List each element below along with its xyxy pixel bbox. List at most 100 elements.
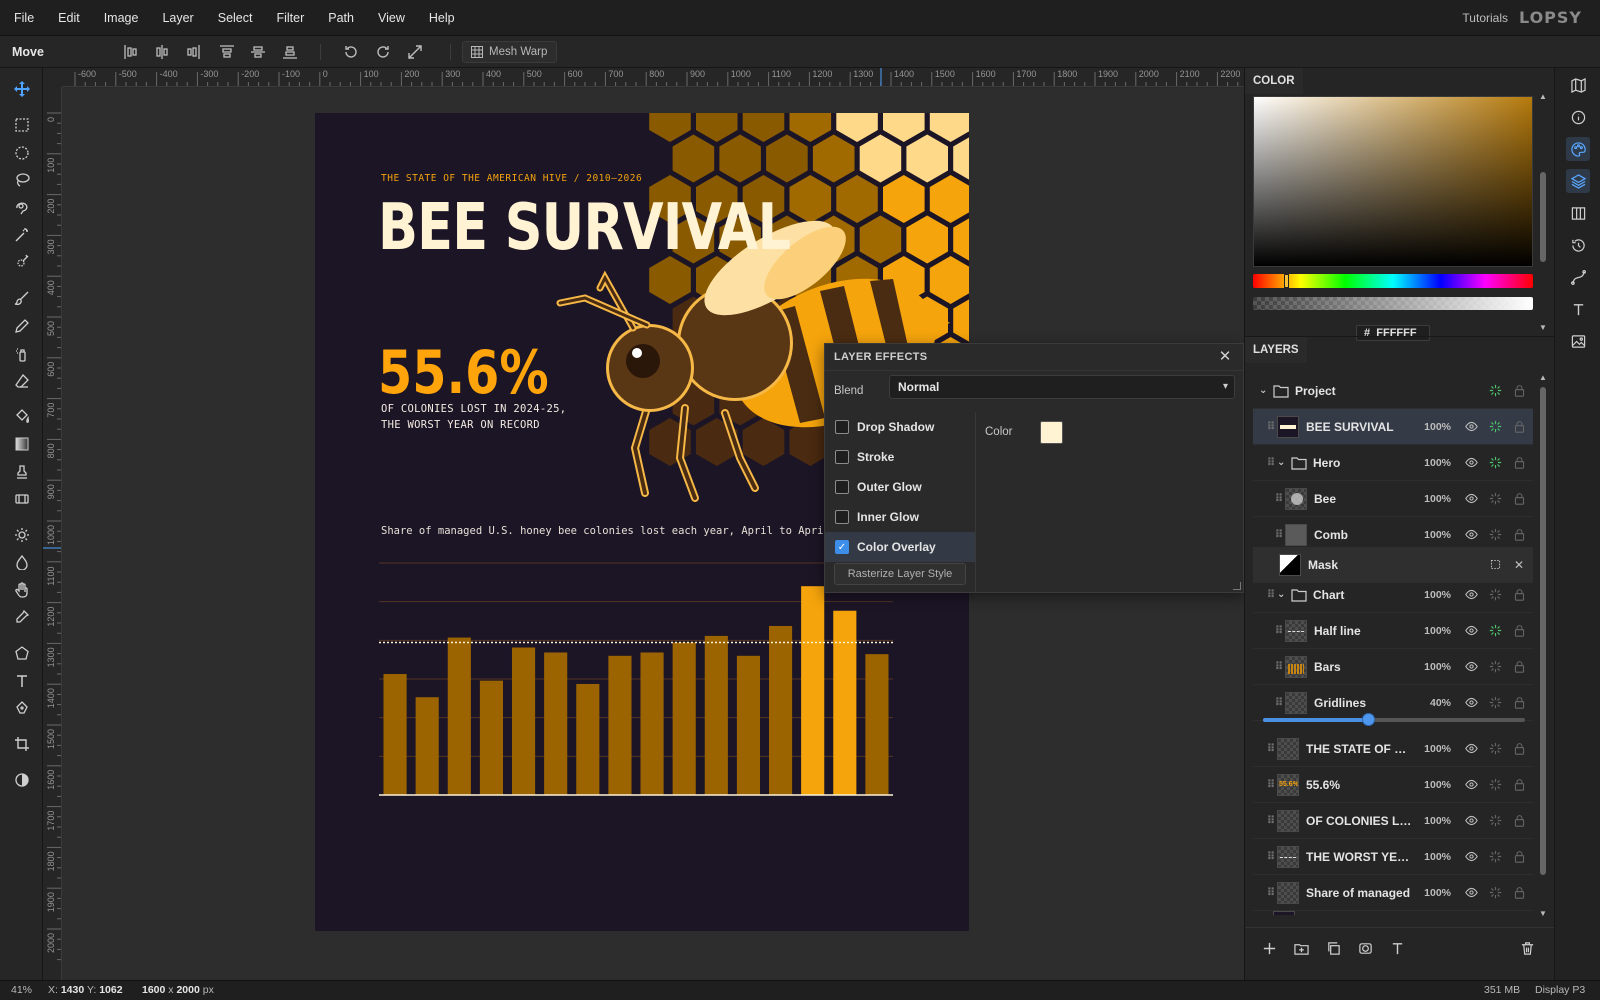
layer-opacity[interactable]: 100%	[1413, 493, 1451, 505]
effect-checkbox[interactable]	[835, 450, 849, 464]
text-tool-icon[interactable]	[8, 669, 36, 693]
crop-icon[interactable]	[8, 732, 36, 756]
hue-slider-knob[interactable]	[1284, 274, 1289, 288]
contrast-icon[interactable]	[8, 768, 36, 792]
layer-opacity-slider[interactable]	[1263, 713, 1525, 726]
eye-icon[interactable]	[1461, 847, 1481, 867]
effect-inner-glow[interactable]: Inner Glow	[825, 502, 975, 532]
image-adjust-icon[interactable]	[1566, 329, 1590, 353]
layer-opacity[interactable]: 100%	[1413, 851, 1451, 863]
layer-group-project[interactable]: ⌄ Project	[1253, 373, 1533, 409]
effects-icon[interactable]	[1485, 847, 1505, 867]
blur-icon[interactable]	[8, 550, 36, 574]
align-right-icon[interactable]	[183, 42, 203, 62]
map-icon[interactable]	[1566, 73, 1590, 97]
layer-bee-survival[interactable]: ⠿ BEE SURVIVAL 100%	[1253, 409, 1533, 445]
eye-icon[interactable]	[1461, 657, 1481, 677]
align-bottom-icon[interactable]	[280, 42, 300, 62]
layer-opacity[interactable]: 100%	[1413, 779, 1451, 791]
add-group-icon[interactable]	[1291, 938, 1311, 958]
drag-handle-icon[interactable]: ⠿	[1265, 456, 1277, 469]
hand-icon[interactable]	[8, 578, 36, 602]
tutorials-link[interactable]: Tutorials	[1462, 0, 1508, 36]
color-panel-tab[interactable]: COLOR	[1245, 68, 1303, 94]
layer-bee[interactable]: ⠿ Bee 100%	[1253, 481, 1533, 517]
scroll-down-icon[interactable]: ▼	[1539, 909, 1547, 918]
lock-icon[interactable]	[1509, 739, 1529, 759]
effect-checkbox[interactable]	[835, 420, 849, 434]
quick-select-icon[interactable]	[8, 250, 36, 274]
layer-opacity[interactable]: 100%	[1413, 421, 1451, 433]
ellipse-select-icon[interactable]	[8, 141, 36, 165]
trash-icon[interactable]	[1517, 938, 1537, 958]
eye-icon[interactable]	[1461, 525, 1481, 545]
eye-icon[interactable]	[1461, 489, 1481, 509]
drag-handle-icon[interactable]: ⠿	[1273, 696, 1285, 709]
menu-image[interactable]: Image	[92, 0, 151, 36]
pen-tool-icon[interactable]	[8, 696, 36, 720]
align-top-icon[interactable]	[217, 42, 237, 62]
rotate-right-icon[interactable]	[373, 42, 393, 62]
layer-opacity[interactable]: 100%	[1413, 661, 1451, 673]
add-text-layer-icon[interactable]	[1387, 938, 1407, 958]
effects-icon[interactable]	[1485, 585, 1505, 605]
eyedropper-icon[interactable]	[8, 605, 36, 629]
magic-wand-icon[interactable]	[8, 223, 36, 247]
layer-opacity[interactable]: 100%	[1413, 529, 1451, 541]
effects-icon[interactable]	[1485, 811, 1505, 831]
layer-half-line[interactable]: ⠿ Half line 100%	[1253, 613, 1533, 649]
layers-panel-tab[interactable]: LAYERS	[1245, 337, 1307, 363]
add-layer-icon[interactable]	[1259, 938, 1279, 958]
lock-icon[interactable]	[1509, 775, 1529, 795]
color-saturation-field[interactable]	[1253, 96, 1533, 267]
effects-icon[interactable]	[1485, 775, 1505, 795]
duplicate-layer-icon[interactable]	[1323, 938, 1343, 958]
lock-icon[interactable]	[1509, 693, 1529, 713]
effect-checkbox[interactable]: ✓	[835, 540, 849, 554]
lock-icon[interactable]	[1509, 657, 1529, 677]
drag-handle-icon[interactable]: ⠿	[1273, 528, 1285, 541]
effect-color-overlay[interactable]: ✓ Color Overlay	[825, 532, 975, 562]
eye-icon[interactable]	[1461, 811, 1481, 831]
layer-opacity[interactable]: 100%	[1413, 887, 1451, 899]
gradient-icon[interactable]	[8, 432, 36, 456]
menu-select[interactable]: Select	[206, 0, 265, 36]
eye-icon[interactable]	[1461, 775, 1481, 795]
eraser-icon[interactable]	[8, 369, 36, 393]
effects-icon[interactable]	[1485, 453, 1505, 473]
align-left-icon[interactable]	[121, 42, 141, 62]
drag-handle-icon[interactable]: ⠿	[1265, 886, 1277, 899]
layer-opacity[interactable]: 100%	[1413, 743, 1451, 755]
lock-icon[interactable]	[1509, 811, 1529, 831]
effects-icon[interactable]	[1485, 621, 1505, 641]
eye-icon[interactable]	[1461, 585, 1481, 605]
lasso-icon[interactable]	[8, 168, 36, 192]
type-icon[interactable]	[1566, 297, 1590, 321]
expand-icon[interactable]	[405, 42, 425, 62]
hue-slider[interactable]	[1253, 274, 1533, 288]
effects-icon[interactable]	[1485, 883, 1505, 903]
layer-opacity[interactable]: 100%	[1413, 625, 1451, 637]
drag-handle-icon[interactable]: ⠿	[1265, 588, 1277, 601]
info-icon[interactable]	[1566, 105, 1590, 129]
eye-icon[interactable]	[1461, 883, 1481, 903]
resize-grip-icon[interactable]	[1233, 582, 1241, 590]
layer-bars[interactable]: ⠿ Bars 100%	[1253, 649, 1533, 685]
chevron-down-icon[interactable]: ⌄	[1259, 385, 1273, 396]
layer-opacity[interactable]: 100%	[1413, 815, 1451, 827]
overlay-color-swatch[interactable]	[1040, 421, 1063, 444]
drag-handle-icon[interactable]: ⠿	[1265, 778, 1277, 791]
move-tool-icon[interactable]	[8, 77, 36, 101]
drag-handle-icon[interactable]: ⠿	[1265, 420, 1277, 433]
effect-drop-shadow[interactable]: Drop Shadow	[825, 412, 975, 442]
align-center-h-icon[interactable]	[152, 42, 172, 62]
effects-icon[interactable]	[1485, 739, 1505, 759]
pencil-icon[interactable]	[8, 314, 36, 338]
lock-icon[interactable]	[1509, 585, 1529, 605]
eye-icon[interactable]	[1461, 453, 1481, 473]
layers-icon[interactable]	[1566, 169, 1590, 193]
fill-bucket-icon[interactable]	[8, 404, 36, 428]
scroll-thumb[interactable]	[1540, 387, 1546, 875]
drag-handle-icon[interactable]: ⠿	[1273, 660, 1285, 673]
rect-select-icon[interactable]	[8, 113, 36, 137]
